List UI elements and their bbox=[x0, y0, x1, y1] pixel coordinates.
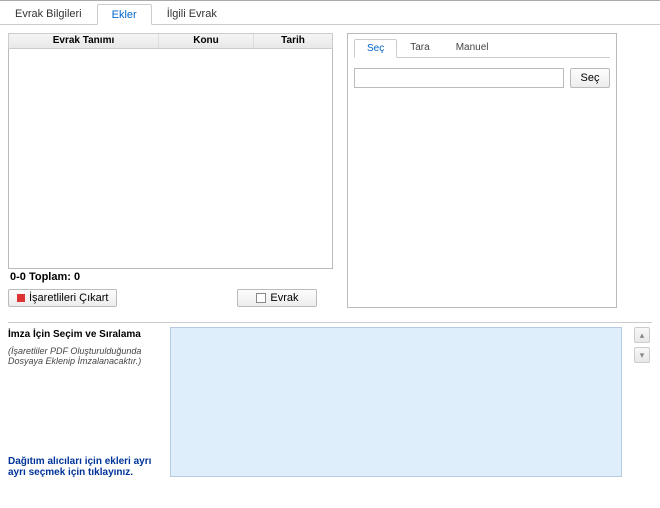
move-up-button[interactable]: ▴ bbox=[634, 327, 650, 343]
col-konu[interactable]: Konu bbox=[159, 34, 254, 48]
source-panel: Seç Tara Manuel Seç bbox=[347, 33, 617, 308]
document-icon bbox=[256, 293, 266, 303]
distribution-link[interactable]: Dağıtım alıcıları için ekleri ayrı ayrı … bbox=[8, 456, 158, 478]
total-label: 0-0 Toplam: 0 bbox=[8, 269, 333, 287]
rtab-tara[interactable]: Tara bbox=[397, 38, 442, 57]
minus-icon bbox=[17, 294, 25, 302]
rtab-sec[interactable]: Seç bbox=[354, 39, 397, 58]
attachments-list[interactable] bbox=[8, 49, 333, 269]
signature-note: (İşaretliler PDF Oluşturulduğunda Dosyay… bbox=[8, 346, 158, 366]
evrak-label: Evrak bbox=[270, 292, 298, 304]
remove-selected-label: İşaretlileri Çıkart bbox=[29, 292, 108, 304]
signature-title: İmza İçin Seçim ve Sıralama bbox=[8, 329, 158, 340]
move-down-button[interactable]: ▾ bbox=[634, 347, 650, 363]
tab-ekler[interactable]: Ekler bbox=[97, 4, 152, 25]
remove-selected-button[interactable]: İşaretlileri Çıkart bbox=[8, 289, 117, 307]
col-tarih[interactable]: Tarih bbox=[254, 34, 332, 48]
signature-side: İmza İçin Seçim ve Sıralama (İşaretliler… bbox=[8, 327, 158, 478]
source-tabs: Seç Tara Manuel bbox=[354, 38, 610, 58]
search-button[interactable]: Seç bbox=[570, 68, 610, 88]
evrak-button[interactable]: Evrak bbox=[237, 289, 317, 307]
col-evrak-tanimi[interactable]: Evrak Tanımı bbox=[9, 34, 159, 48]
main-tabs: Evrak Bilgileri Ekler İlgili Evrak bbox=[0, 3, 660, 25]
tab-ilgili-evrak[interactable]: İlgili Evrak bbox=[152, 3, 232, 24]
search-input[interactable] bbox=[354, 68, 564, 88]
tab-evrak-bilgileri[interactable]: Evrak Bilgileri bbox=[0, 3, 97, 24]
rtab-manuel[interactable]: Manuel bbox=[443, 38, 502, 57]
attachments-header: Evrak Tanımı Konu Tarih bbox=[8, 33, 333, 49]
attachments-panel: Evrak Tanımı Konu Tarih 0-0 Toplam: 0 İş… bbox=[8, 33, 333, 308]
signature-order-box[interactable] bbox=[170, 327, 622, 477]
